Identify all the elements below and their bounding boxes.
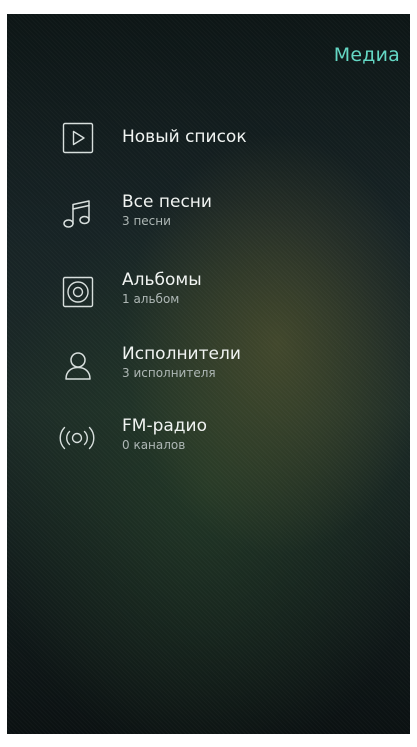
menu-item-subtitle: 3 исполнителя — [122, 366, 216, 380]
album-icon — [61, 275, 95, 309]
menu-item-subtitle: 1 альбом — [122, 292, 180, 306]
media-header-button[interactable]: Медиа — [334, 44, 400, 66]
menu-item-all-songs[interactable]: Все песни 3 песни — [7, 192, 410, 252]
music-note-icon — [61, 197, 95, 231]
menu-item-subtitle: 3 песни — [122, 214, 171, 228]
menu-item-label: Исполнители — [122, 344, 241, 364]
menu-item-fm-radio[interactable]: FM-радио 0 каналов — [7, 416, 410, 476]
menu-item-label: FM-радио — [122, 416, 207, 436]
menu-item-label: Альбомы — [122, 270, 202, 290]
menu-item-label: Новый список — [122, 127, 247, 147]
music-library-screen: Медиа Новый список Все песни 3 песни Аль… — [7, 14, 410, 734]
menu-item-artists[interactable]: Исполнители 3 исполнителя — [7, 344, 410, 404]
play-icon — [61, 121, 95, 155]
radio-icon — [57, 421, 97, 455]
menu-item-new-playlist[interactable]: Новый список — [7, 114, 410, 174]
menu-item-subtitle: 0 каналов — [122, 438, 186, 452]
menu-item-label: Все песни — [122, 192, 212, 212]
person-icon — [61, 349, 95, 383]
menu-item-albums[interactable]: Альбомы 1 альбом — [7, 270, 410, 330]
